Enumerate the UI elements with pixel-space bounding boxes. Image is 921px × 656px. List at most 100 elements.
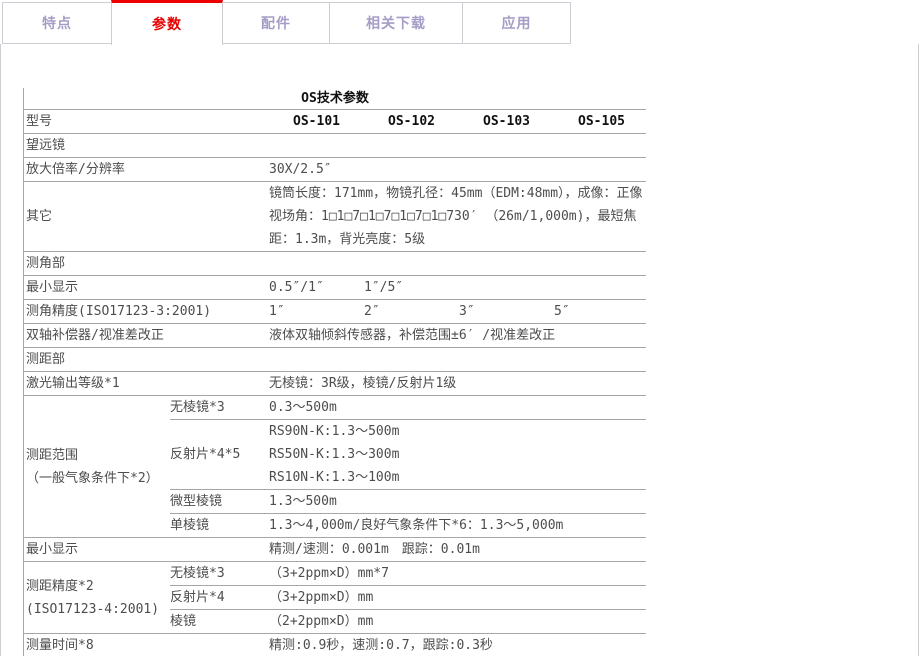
table-row-group: 测距精度*2(ISO17123-4:2001)无棱镜*3（3+2ppm×D）mm…	[24, 562, 646, 634]
subrow-value-line: RS90N-K:1.3〜500m	[269, 420, 646, 443]
tab-bar: 特点参数配件相关下载应用	[0, 0, 921, 44]
tab-accessories[interactable]: 配件	[222, 2, 330, 44]
subrow-value-line: 1.3〜4,000m/良好气象条件下*6：1.3〜5,000m	[269, 514, 646, 537]
subrow-value: 1.3〜500m	[269, 490, 646, 513]
table-row: 放大倍率/分辨率30X/2.5″	[24, 158, 646, 182]
row-value-line: 精测:0.9秒，速测:0.7，跟踪:0.3秒	[269, 634, 646, 656]
group-label-line: 测距范围	[26, 444, 170, 467]
row-label: 测距部	[24, 348, 646, 371]
table-subrow: 无棱镜*3（3+2ppm×D）mm*7	[170, 562, 646, 586]
row-value-line: 视场角：1□1□7□1□7□1□7□1□730′ （26m/1,000m)，最短…	[269, 205, 646, 228]
table-row: 双轴补偿器/视准差改正液体双轴倾斜传感器，补偿范围±6′ /视准差改正	[24, 324, 646, 348]
table-subrow: 反射片*4*5RS90N-K:1.3〜500mRS50N-K:1.3〜300mR…	[170, 420, 646, 490]
row-label: 激光输出等级*1	[24, 372, 269, 395]
row-value-line: 镜筒长度：171mm，物镜孔径：45mm（EDM:48mm），成像：正像	[269, 182, 646, 205]
table-row: 测角精度(ISO17123-3:2001)1″2″3″5″	[24, 300, 646, 324]
subrow-label: 反射片*4*5	[170, 420, 269, 489]
subrow-label: 微型棱镜	[170, 490, 269, 513]
subrow-value: 0.3〜500m	[269, 396, 646, 419]
table-row: 测距部	[24, 348, 646, 372]
subrow-value-line: 1.3〜500m	[269, 490, 646, 513]
subrow-value-line: 0.3〜500m	[269, 396, 646, 419]
row-value-line: 液体双轴倾斜传感器，补偿范围±6′ /视准差改正	[269, 324, 646, 347]
subrow-value: 1.3〜4,000m/良好气象条件下*6：1.3〜5,000m	[269, 514, 646, 537]
row-label: 测角部	[24, 252, 646, 275]
spec-table: OS技术参数 型号OS-101OS-102OS-103OS-105望远镜放大倍率…	[23, 88, 646, 656]
table-row: 其它镜筒长度：171mm，物镜孔径：45mm（EDM:48mm），成像：正像视场…	[24, 182, 646, 252]
row-label: 望远镜	[24, 134, 646, 157]
row-value: 精测:0.9秒，速测:0.7，跟踪:0.3秒	[269, 634, 646, 656]
row-value-cell: OS-102	[364, 110, 459, 133]
row-value-columns: OS-101OS-102OS-103OS-105	[269, 110, 649, 133]
group-label-line: (ISO17123-4:2001)	[26, 598, 170, 621]
row-value: 无棱镜：3R级，棱镜/反射片1级	[269, 372, 646, 395]
group-label: 测距范围（一般气象条件下*2）	[24, 396, 170, 537]
row-value-columns: 1″2″3″5″	[269, 300, 649, 323]
row-value: 30X/2.5″	[269, 158, 646, 181]
row-value-line: 无棱镜：3R级，棱镜/反射片1级	[269, 372, 646, 395]
row-label: 双轴补偿器/视准差改正	[24, 324, 269, 347]
tab-applications[interactable]: 应用	[462, 2, 571, 44]
content-panel: OS技术参数 型号OS-101OS-102OS-103OS-105望远镜放大倍率…	[0, 43, 919, 656]
table-title: OS技术参数	[24, 88, 646, 110]
table-subrow: 单棱镜1.3〜4,000m/良好气象条件下*6：1.3〜5,000m	[170, 514, 646, 537]
row-label: 放大倍率/分辨率	[24, 158, 269, 181]
subrow-value-line: RS50N-K:1.3〜300m	[269, 443, 646, 466]
row-label: 其它	[24, 182, 269, 251]
subrow-value: （3+2ppm×D）mm*7	[269, 562, 646, 585]
row-value-cell: 0.5″/1″	[269, 276, 364, 299]
row-value-cell: 1″/5″	[364, 276, 459, 299]
table-subrow: 反射片*4（3+2ppm×D）mm	[170, 586, 646, 610]
table-row: 望远镜	[24, 134, 646, 158]
row-value-line: 30X/2.5″	[269, 158, 646, 181]
subrow-value: （3+2ppm×D）mm	[269, 586, 646, 609]
group-subrows: 无棱镜*30.3〜500m反射片*4*5RS90N-K:1.3〜500mRS50…	[170, 396, 646, 537]
tab-features[interactable]: 特点	[2, 2, 112, 44]
subrow-value: （2+2ppm×D）mm	[269, 610, 646, 633]
table-subrow: 棱镜（2+2ppm×D）mm	[170, 610, 646, 633]
group-subrows: 无棱镜*3（3+2ppm×D）mm*7反射片*4（3+2ppm×D）mm棱镜（2…	[170, 562, 646, 633]
row-value-line: 精测/速测：0.001m 跟踪：0.01m	[269, 538, 646, 561]
table-subrow: 无棱镜*30.3〜500m	[170, 396, 646, 420]
row-label: 最小显示	[24, 538, 269, 561]
row-value-cell: 3″	[459, 300, 554, 323]
row-value: 镜筒长度：171mm，物镜孔径：45mm（EDM:48mm），成像：正像视场角：…	[269, 182, 646, 251]
table-row: 测量时间*8精测:0.9秒，速测:0.7，跟踪:0.3秒	[24, 634, 646, 656]
subrow-label: 无棱镜*3	[170, 396, 269, 419]
row-value-cell: 2″	[364, 300, 459, 323]
row-value-line: 距：1.3m，背光亮度：5级	[269, 228, 646, 251]
tab-parameters[interactable]: 参数	[111, 0, 223, 45]
subrow-value-line: （3+2ppm×D）mm	[269, 586, 646, 609]
table-rows: 型号OS-101OS-102OS-103OS-105望远镜放大倍率/分辨率30X…	[24, 110, 646, 656]
subrow-value-line: RS10N-K:1.3〜100m	[269, 466, 646, 489]
page: 特点参数配件相关下载应用 OS技术参数 型号OS-101OS-102OS-103…	[0, 0, 921, 656]
row-label: 型号	[24, 110, 269, 133]
row-value-cell: OS-101	[269, 110, 364, 133]
row-value-cell: 5″	[554, 300, 649, 323]
row-value-cell: 1″	[269, 300, 364, 323]
row-value-columns: 0.5″/1″1″/5″	[269, 276, 649, 299]
table-subrow: 微型棱镜1.3〜500m	[170, 490, 646, 514]
tab-downloads[interactable]: 相关下载	[329, 2, 463, 44]
subrow-label: 反射片*4	[170, 586, 269, 609]
subrow-label: 棱镜	[170, 610, 269, 633]
subrow-value-line: （3+2ppm×D）mm*7	[269, 562, 646, 585]
row-label: 最小显示	[24, 276, 269, 299]
table-row: 最小显示精测/速测：0.001m 跟踪：0.01m	[24, 538, 646, 562]
table-row: 型号OS-101OS-102OS-103OS-105	[24, 110, 646, 134]
table-row: 最小显示0.5″/1″1″/5″	[24, 276, 646, 300]
row-value: 精测/速测：0.001m 跟踪：0.01m	[269, 538, 646, 561]
subrow-value: RS90N-K:1.3〜500mRS50N-K:1.3〜300mRS10N-K:…	[269, 420, 646, 489]
row-value-cell: OS-105	[554, 110, 649, 133]
table-row: 测角部	[24, 252, 646, 276]
group-label-line: 测距精度*2	[26, 575, 170, 598]
row-label: 测角精度(ISO17123-3:2001)	[24, 300, 269, 323]
table-row: 激光输出等级*1无棱镜：3R级，棱镜/反射片1级	[24, 372, 646, 396]
subrow-label: 无棱镜*3	[170, 562, 269, 585]
subrow-label: 单棱镜	[170, 514, 269, 537]
row-value: 液体双轴倾斜传感器，补偿范围±6′ /视准差改正	[269, 324, 646, 347]
row-label: 测量时间*8	[24, 634, 269, 656]
group-label-line: （一般气象条件下*2）	[26, 467, 170, 490]
row-value-cell: OS-103	[459, 110, 554, 133]
subrow-value-line: （2+2ppm×D）mm	[269, 610, 646, 633]
